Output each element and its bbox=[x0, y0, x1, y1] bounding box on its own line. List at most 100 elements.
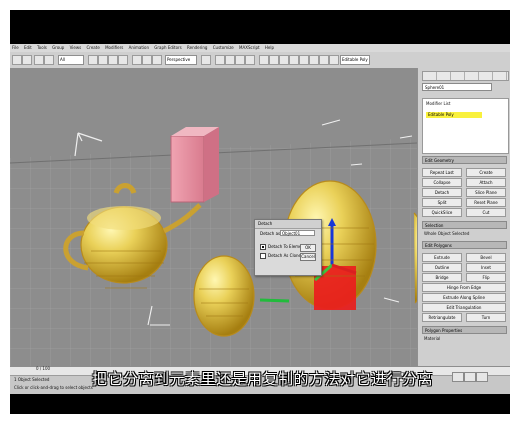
orbit-icon[interactable] bbox=[476, 372, 488, 382]
detach-to-element-option[interactable]: Detach To Element bbox=[260, 244, 306, 250]
display-tab-icon[interactable] bbox=[479, 72, 493, 80]
undo-icon[interactable] bbox=[12, 55, 22, 65]
selection-filter-dropdown[interactable]: All bbox=[58, 55, 84, 65]
reset-plane-button[interactable]: Reset Plane bbox=[466, 198, 506, 207]
detach-as-clone-option[interactable]: Detach As Clone bbox=[260, 253, 301, 259]
menu-modifiers[interactable]: Modifiers bbox=[103, 44, 125, 52]
align-icon[interactable] bbox=[269, 55, 279, 65]
bridge-button[interactable]: Bridge bbox=[422, 273, 462, 282]
unlink-icon[interactable] bbox=[44, 55, 54, 65]
snap-icon[interactable] bbox=[215, 55, 225, 65]
curve-editor-icon[interactable] bbox=[289, 55, 299, 65]
render-icon[interactable] bbox=[329, 55, 339, 65]
split-button[interactable]: Split bbox=[422, 198, 462, 207]
detach-button[interactable]: Detach bbox=[422, 188, 462, 197]
ok-button[interactable]: OK bbox=[300, 244, 316, 252]
edit-triangulation-button[interactable]: Edit Triangulation bbox=[422, 303, 506, 312]
mirror-icon[interactable] bbox=[259, 55, 269, 65]
menu-customize[interactable]: Customize bbox=[211, 44, 236, 52]
status-hint: Click or click-and-drag to select object… bbox=[14, 385, 93, 390]
menu-group[interactable]: Group bbox=[50, 44, 66, 52]
bevel-button[interactable]: Bevel bbox=[466, 253, 506, 262]
menu-maxscript[interactable]: MAXScript bbox=[237, 44, 262, 52]
create-tab-icon[interactable] bbox=[423, 72, 437, 80]
video-screen: File Edit Tools Group Views Create Modif… bbox=[10, 10, 510, 414]
move-icon[interactable] bbox=[132, 55, 142, 65]
redo-icon[interactable] bbox=[22, 55, 32, 65]
edit-geometry-header[interactable]: Edit Geometry bbox=[422, 156, 507, 164]
edit-polygons-header[interactable]: Edit Polygons bbox=[422, 241, 507, 249]
modifier-list-label[interactable]: Modifier List bbox=[426, 101, 450, 107]
detach-name-input[interactable]: Object01 bbox=[280, 230, 315, 236]
inset-button[interactable]: Inset bbox=[466, 263, 506, 272]
modify-tab-icon[interactable] bbox=[437, 72, 451, 80]
extrude-button[interactable]: Extrude bbox=[422, 253, 462, 262]
command-panel: Sphere01 Modifier List Editable Poly Edi… bbox=[417, 68, 510, 366]
flip-button[interactable]: Flip bbox=[466, 273, 506, 282]
checkbox-checked-icon bbox=[260, 244, 266, 250]
detach-dialog: Detach Detach as: Object01 Detach To Ele… bbox=[254, 219, 322, 276]
menu-help[interactable]: Help bbox=[263, 44, 276, 52]
selection-status: Whole Object Selected bbox=[424, 231, 470, 236]
max-application: File Edit Tools Group Views Create Modif… bbox=[10, 44, 510, 394]
selection-summary: 1 Object Selected bbox=[14, 377, 50, 382]
command-panel-content: Modifier List Editable Poly Edit Geometr… bbox=[422, 98, 509, 343]
cancel-button[interactable]: Cancel bbox=[300, 253, 316, 261]
modifier-stack: Modifier List Editable Poly bbox=[422, 98, 509, 154]
detach-as-label: Detach as: bbox=[260, 231, 282, 236]
scale-icon[interactable] bbox=[152, 55, 162, 65]
object-name-field[interactable]: Sphere01 bbox=[422, 83, 492, 91]
menu-animation[interactable]: Animation bbox=[127, 44, 151, 52]
outline-button[interactable]: Outline bbox=[422, 263, 462, 272]
layer-icon[interactable] bbox=[279, 55, 289, 65]
checkbox-icon bbox=[260, 253, 266, 259]
select-by-name-icon[interactable] bbox=[98, 55, 108, 65]
attach-button[interactable]: Attach bbox=[466, 178, 506, 187]
reference-coordinate-dropdown[interactable]: Perspective bbox=[165, 55, 197, 65]
perspective-viewport[interactable]: Detach Detach as: Object01 Detach To Ele… bbox=[10, 68, 417, 366]
zoom-icon[interactable] bbox=[452, 372, 464, 382]
rotate-icon[interactable] bbox=[142, 55, 152, 65]
menu-views[interactable]: Views bbox=[68, 44, 84, 52]
percent-snap-icon[interactable] bbox=[235, 55, 245, 65]
material-editor-icon[interactable] bbox=[309, 55, 319, 65]
video-frame: File Edit Tools Group Views Create Modif… bbox=[0, 0, 520, 426]
menu-rendering[interactable]: Rendering bbox=[185, 44, 209, 52]
collapse-button[interactable]: Collapse bbox=[422, 178, 462, 187]
schematic-icon[interactable] bbox=[299, 55, 309, 65]
menu-bar: File Edit Tools Group Views Create Modif… bbox=[10, 44, 510, 52]
extrude-along-spline-button[interactable]: Extrude Along Spline bbox=[422, 293, 506, 302]
menu-graph-editors[interactable]: Graph Editors bbox=[152, 44, 183, 52]
selection-header[interactable]: Selection bbox=[422, 221, 507, 229]
render-type-dropdown[interactable]: Editable Poly bbox=[340, 55, 370, 65]
menu-file[interactable]: File bbox=[10, 44, 21, 52]
menu-edit[interactable]: Edit bbox=[22, 44, 34, 52]
pan-icon[interactable] bbox=[464, 372, 476, 382]
render-setup-icon[interactable] bbox=[319, 55, 329, 65]
editable-poly-stack-item[interactable]: Editable Poly bbox=[426, 112, 482, 118]
angle-snap-icon[interactable] bbox=[225, 55, 235, 65]
retriangulate-button[interactable]: Retriangulate bbox=[422, 313, 462, 322]
window-cross-icon[interactable] bbox=[118, 55, 128, 65]
repeat-last-button[interactable]: Repeat Last bbox=[422, 168, 462, 177]
frame-counter: 0 / 100 bbox=[36, 366, 51, 371]
select-icon[interactable] bbox=[88, 55, 98, 65]
hierarchy-tab-icon[interactable] bbox=[451, 72, 465, 80]
menu-tools[interactable]: Tools bbox=[35, 44, 49, 52]
slice-plane-button[interactable]: Slice Plane bbox=[466, 188, 506, 197]
utilities-tab-icon[interactable] bbox=[493, 72, 507, 80]
pivot-icon[interactable] bbox=[201, 55, 211, 65]
hinge-from-edge-button[interactable]: Hinge From Edge bbox=[422, 283, 506, 292]
material-label: Material bbox=[424, 336, 441, 341]
rect-select-icon[interactable] bbox=[108, 55, 118, 65]
quickslice-button[interactable]: QuickSlice bbox=[422, 208, 462, 217]
main-toolbar: All Perspective Editable Poly bbox=[10, 52, 510, 69]
motion-tab-icon[interactable] bbox=[465, 72, 479, 80]
turn-button[interactable]: Turn bbox=[466, 313, 506, 322]
menu-create[interactable]: Create bbox=[84, 44, 101, 52]
link-icon[interactable] bbox=[34, 55, 44, 65]
create-button[interactable]: Create bbox=[466, 168, 506, 177]
cut-button[interactable]: Cut bbox=[466, 208, 506, 217]
polygon-properties-header[interactable]: Polygon Properties bbox=[422, 326, 507, 334]
spinner-snap-icon[interactable] bbox=[245, 55, 255, 65]
